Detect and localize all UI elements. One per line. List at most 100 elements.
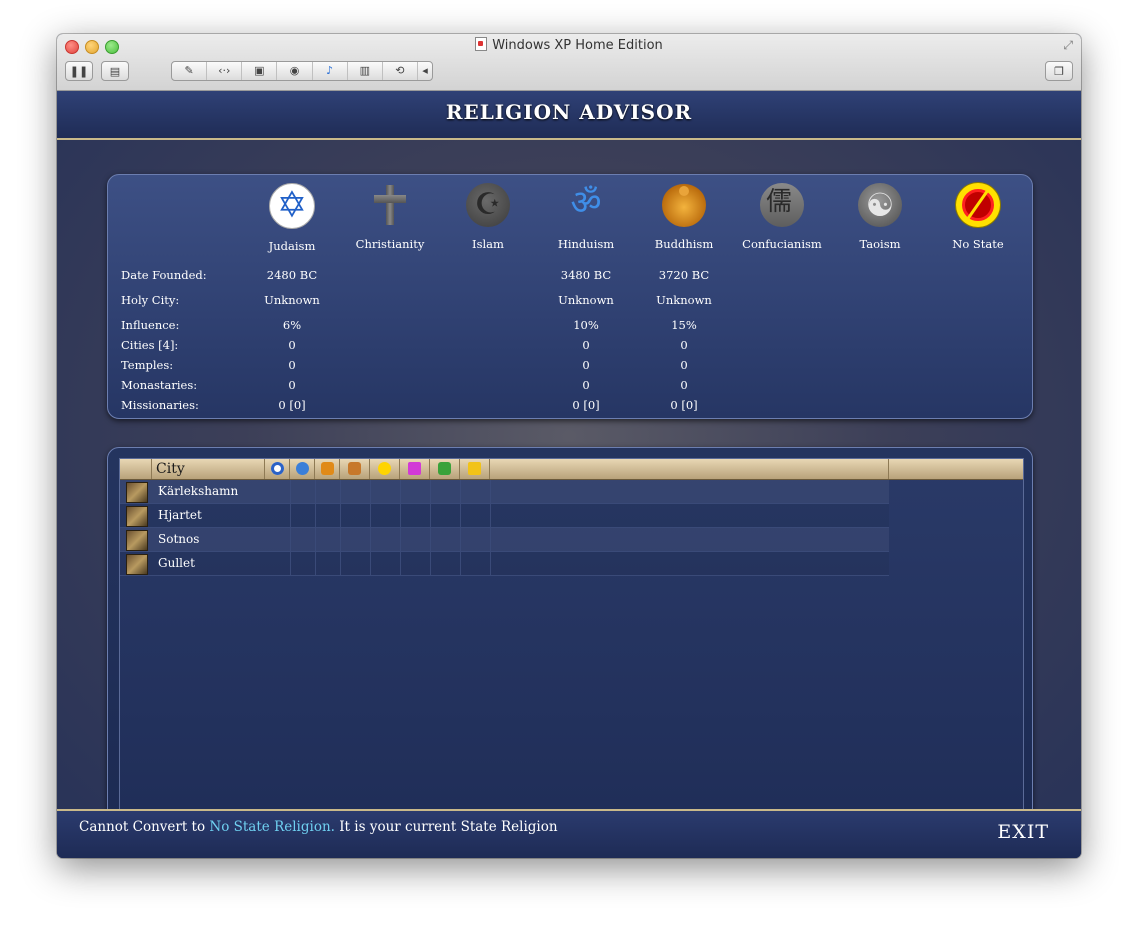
judaism-missionaries: 0 [0]: [278, 398, 306, 412]
hinduism-monastaries: 0: [582, 378, 590, 392]
status-message: Cannot Convert to No State Religion. It …: [79, 819, 558, 835]
religion-judaism[interactable]: Judaism: [237, 179, 347, 253]
religion-name: Christianity: [355, 237, 425, 251]
network-icon[interactable]: ‹·›: [207, 62, 243, 80]
judaism-holy-city: Unknown: [264, 293, 320, 307]
judaism-cities: 0: [288, 338, 296, 352]
window-title-text: Windows XP Home Edition: [492, 38, 663, 53]
cell: [340, 480, 371, 503]
cell: [430, 528, 461, 551]
cell: [340, 552, 371, 575]
cell: [290, 480, 316, 503]
header-happiness[interactable]: [370, 459, 400, 479]
gold-icon: [468, 462, 481, 475]
om-icon: [564, 181, 608, 227]
cell: [460, 504, 491, 527]
header-buddhism[interactable]: [315, 459, 340, 479]
buddhism-temples: 0: [680, 358, 688, 372]
science-icon: [438, 462, 451, 475]
header-science[interactable]: [430, 459, 460, 479]
cell: [315, 528, 341, 551]
hinduism-temples: 0: [582, 358, 590, 372]
snapshot-button[interactable]: ▤: [101, 61, 129, 81]
advisor-banner: RELIGION ADVISOR: [57, 91, 1081, 140]
cell: [370, 504, 401, 527]
religion-no-state[interactable]: No State: [923, 179, 1033, 251]
religion-christianity[interactable]: Christianity: [335, 179, 445, 251]
cell: [430, 480, 461, 503]
cell: [400, 552, 431, 575]
happy-face-icon: [378, 462, 391, 475]
judaism-icon: [270, 462, 284, 475]
table-row[interactable]: Kärlekshamn: [120, 480, 889, 504]
label-missionaries: Missionaries:: [121, 398, 199, 412]
table-header: City: [120, 459, 1023, 480]
judaism-influence: 6%: [282, 318, 302, 332]
cell: [315, 552, 341, 575]
sound-icon[interactable]: ♪: [313, 62, 348, 80]
game-screen: RELIGION ADVISOR Judaism Christianity Is…: [57, 91, 1081, 858]
header-hinduism[interactable]: [290, 459, 315, 479]
religion-taoism[interactable]: Taoism: [825, 179, 935, 251]
window-title: Windows XP Home Edition: [57, 37, 1081, 53]
vm-window: Windows XP Home Edition ⤢ ❚❚ ▤ ✎ ‹·› ▣ ◉…: [57, 34, 1081, 858]
cell: [370, 528, 401, 551]
cell: [265, 552, 291, 575]
buddhism-monastaries: 0: [680, 378, 688, 392]
header-city[interactable]: City: [152, 459, 265, 479]
cell: [460, 480, 491, 503]
religion-buddhism[interactable]: Buddhism: [629, 179, 739, 251]
religion-hinduism[interactable]: Hinduism: [531, 179, 641, 251]
expand-icon[interactable]: ⤢: [1063, 38, 1073, 53]
cell: [290, 504, 316, 527]
header-city-icon-column[interactable]: [120, 459, 152, 479]
pause-button[interactable]: ❚❚: [65, 61, 93, 81]
city-name: Sotnos: [158, 532, 200, 546]
cell: [315, 504, 341, 527]
disk-icon[interactable]: ▣: [242, 62, 278, 80]
religion-name: Taoism: [859, 237, 901, 251]
settings-icon[interactable]: ✎: [172, 62, 208, 80]
yin-yang-icon: [858, 183, 902, 227]
window-titlebar: Windows XP Home Edition ⤢ ❚❚ ▤ ✎ ‹·› ▣ ◉…: [57, 34, 1081, 91]
buddhism-influence: 15%: [671, 318, 697, 332]
religion-islam[interactable]: Islam: [433, 179, 543, 251]
status-suffix: It is your current State Religion: [334, 819, 558, 835]
city-name: Hjartet: [158, 508, 202, 522]
city-table: City Kärlekshamn Hjartet Sotnos Gullet: [119, 458, 1024, 845]
religion-confucianism[interactable]: Confucianism: [727, 179, 837, 251]
hinduism-icon: [295, 462, 309, 475]
cross-icon: [368, 183, 412, 227]
header-culture[interactable]: [400, 459, 430, 479]
table-row[interactable]: Gullet: [120, 552, 889, 576]
chevron-left-icon[interactable]: ◂: [418, 62, 432, 80]
cell: [460, 528, 491, 551]
header-judaism[interactable]: [265, 459, 290, 479]
cell: [400, 480, 431, 503]
cell: [370, 552, 401, 575]
vm-document-icon: [475, 37, 488, 51]
hinduism-missionaries: 0 [0]: [572, 398, 600, 412]
header-holy-city[interactable]: [340, 459, 370, 479]
no-state-icon: [956, 183, 1000, 227]
fullscreen-button[interactable]: ❐: [1045, 61, 1073, 81]
judaism-monastaries: 0: [288, 378, 296, 392]
header-gold[interactable]: [460, 459, 490, 479]
cell: [340, 528, 371, 551]
cell: [460, 552, 491, 575]
camera-icon[interactable]: ◉: [277, 62, 313, 80]
religion-name: Hinduism: [557, 237, 615, 251]
table-row[interactable]: Sotnos: [120, 528, 889, 552]
usb-icon[interactable]: ▥: [348, 62, 383, 80]
exit-button[interactable]: EXIT: [997, 821, 1049, 843]
city-religion-panel: City Kärlekshamn Hjartet Sotnos Gullet: [107, 447, 1033, 849]
cell: [290, 528, 316, 551]
sharing-icon[interactable]: ⟲: [383, 62, 418, 80]
vm-toolbar-group: ✎ ‹·› ▣ ◉ ♪ ▥ ⟲ ◂: [171, 61, 433, 81]
table-row[interactable]: Hjartet: [120, 504, 889, 528]
cell: [400, 528, 431, 551]
cell: [315, 480, 341, 503]
city-name: Gullet: [158, 556, 195, 570]
hinduism-influence: 10%: [573, 318, 599, 332]
buddhism-missionaries: 0 [0]: [670, 398, 698, 412]
